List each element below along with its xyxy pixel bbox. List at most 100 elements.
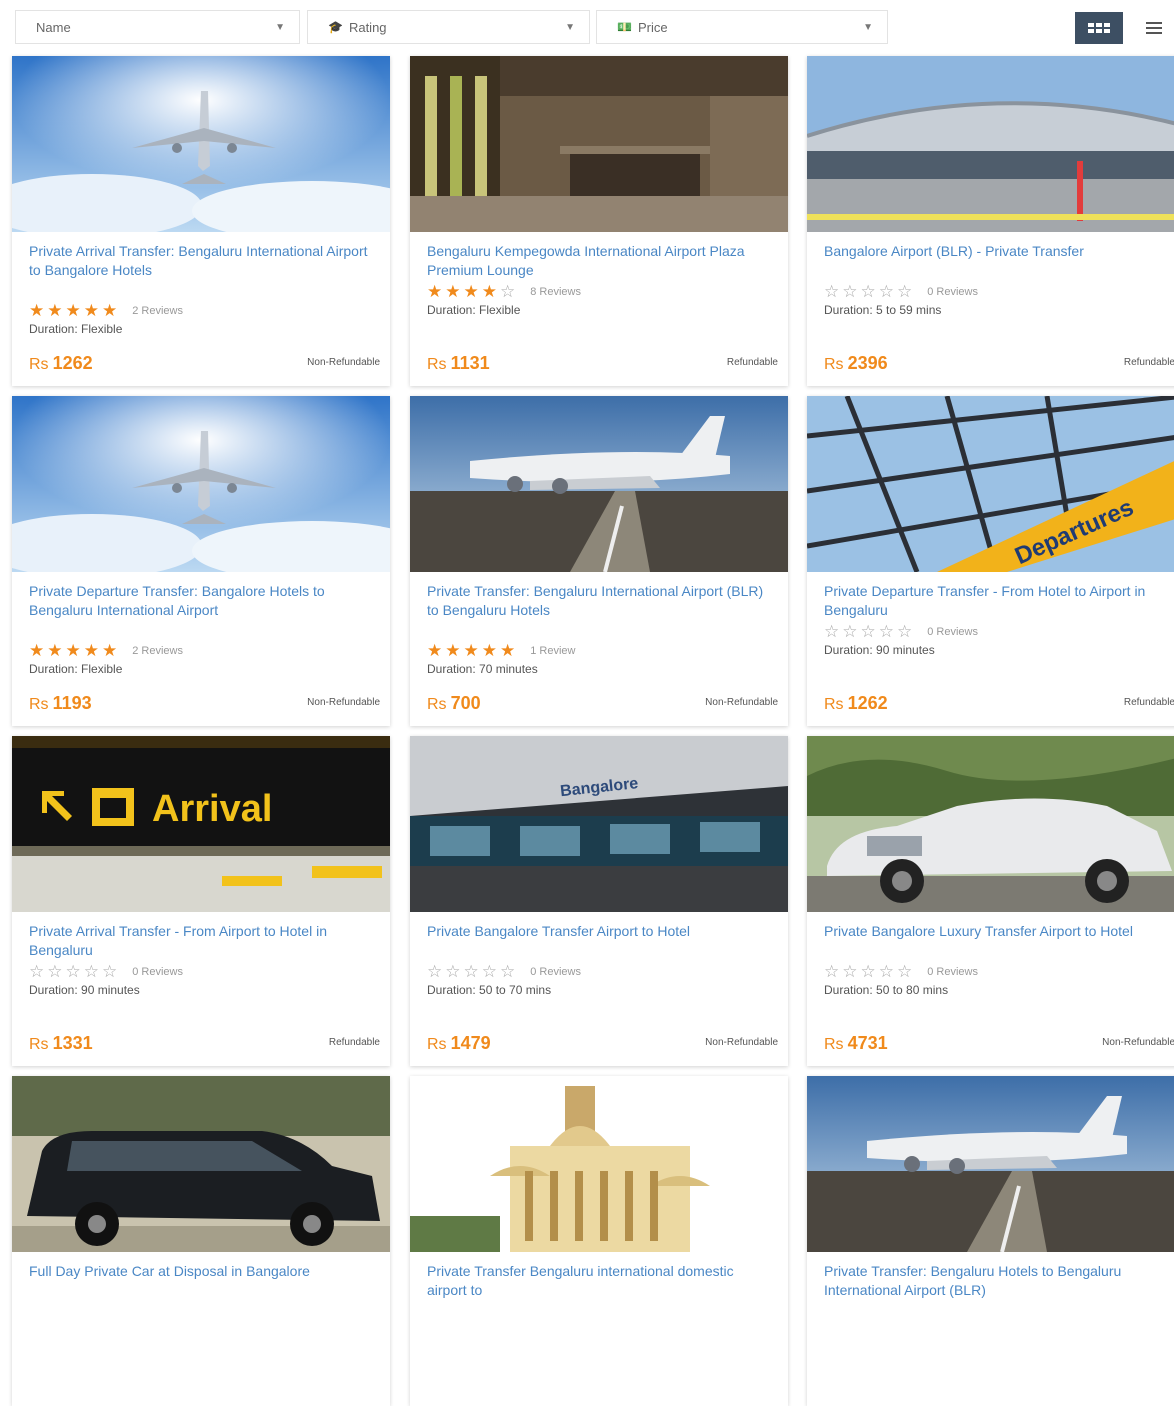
price-tag: Rs 1331 bbox=[29, 1033, 93, 1054]
refund-policy: Non-Refundable bbox=[705, 1037, 778, 1048]
refund-policy: Refundable bbox=[1123, 697, 1174, 708]
star-empty-icon: ☆ bbox=[102, 962, 118, 981]
product-image[interactable] bbox=[807, 736, 1174, 912]
product-title[interactable]: Full Day Private Car at Disposal in Bang… bbox=[29, 1262, 375, 1281]
product-card[interactable]: Departures Private Departure Transfer - F… bbox=[807, 396, 1174, 726]
star-empty-icon: ☆ bbox=[860, 622, 876, 641]
star-filled-icon: ★ bbox=[102, 641, 118, 660]
review-count[interactable]: 8 Reviews bbox=[530, 286, 581, 298]
product-title[interactable]: Private Departure Transfer: Bangalore Ho… bbox=[29, 582, 375, 620]
review-count[interactable]: 0 Reviews bbox=[530, 966, 581, 978]
product-image[interactable] bbox=[410, 396, 788, 572]
currency-label: Rs bbox=[427, 1036, 447, 1053]
product-title[interactable]: Bengaluru Kempegowda International Airpo… bbox=[427, 242, 773, 280]
price-value: 2396 bbox=[847, 353, 888, 373]
product-title[interactable]: Private Departure Transfer - From Hotel … bbox=[824, 582, 1170, 620]
price-value: 1262 bbox=[847, 693, 888, 713]
product-meta: ☆ ☆ ☆ ☆ ☆ 0 Reviews Duration: 90 minutes bbox=[824, 622, 1170, 657]
rating-stars: ☆ ☆ ☆ ☆ ☆ 0 Reviews bbox=[824, 622, 1170, 642]
product-image[interactable] bbox=[410, 1076, 788, 1252]
star-filled-icon: ★ bbox=[29, 641, 45, 660]
product-card[interactable]: Arrival Private Arrival Transfer - From A… bbox=[12, 736, 390, 1066]
product-title[interactable]: Private Bangalore Luxury Transfer Airpor… bbox=[824, 922, 1170, 941]
price-tag: Rs 1479 bbox=[427, 1033, 491, 1054]
star-empty-icon: ☆ bbox=[842, 622, 858, 641]
star-filled-icon: ★ bbox=[445, 641, 461, 660]
product-meta: ☆ ☆ ☆ ☆ ☆ 0 Reviews Duration: 5 to 59 mins bbox=[824, 282, 1170, 317]
star-empty-icon: ☆ bbox=[878, 962, 894, 981]
duration-text: Duration: Flexible bbox=[29, 662, 123, 676]
chevron-down-icon: ▼ bbox=[863, 21, 873, 33]
sort-rating-select[interactable]: 🎓 Rating ▼ bbox=[307, 10, 590, 44]
rating-stars: ★ ★ ★ ★ ☆ 8 Reviews bbox=[427, 282, 773, 302]
star-filled-icon: ★ bbox=[83, 641, 99, 660]
review-count[interactable]: 2 Reviews bbox=[132, 305, 183, 317]
product-title[interactable]: Private Bangalore Transfer Airport to Ho… bbox=[427, 922, 773, 941]
product-card[interactable]: Private Arrival Transfer: Bengaluru Inte… bbox=[12, 56, 390, 386]
review-count[interactable]: 1 Review bbox=[530, 645, 575, 657]
rating-stars: ☆ ☆ ☆ ☆ ☆ 0 Reviews bbox=[824, 962, 1170, 982]
list-view-button[interactable] bbox=[1130, 12, 1174, 44]
product-meta: ☆ ☆ ☆ ☆ ☆ 0 Reviews Duration: 90 minutes bbox=[29, 962, 375, 997]
refund-policy: Non-Refundable bbox=[1102, 1037, 1174, 1048]
product-title[interactable]: Private Transfer: Bengaluru Hotels to Be… bbox=[824, 1262, 1170, 1300]
product-image[interactable] bbox=[12, 56, 390, 232]
star-empty-icon: ☆ bbox=[65, 962, 81, 981]
refund-policy: Non-Refundable bbox=[307, 357, 380, 368]
price-value: 700 bbox=[450, 693, 481, 713]
product-card[interactable]: Bengaluru Kempegowda International Airpo… bbox=[410, 56, 788, 386]
product-card[interactable]: Private Transfer: Bengaluru Internationa… bbox=[410, 396, 788, 726]
product-card[interactable]: Private Bangalore Luxury Transfer Airpor… bbox=[807, 736, 1174, 1066]
review-count[interactable]: 0 Reviews bbox=[927, 966, 978, 978]
product-image[interactable]: Arrival bbox=[12, 736, 390, 912]
refund-policy: Non-Refundable bbox=[705, 697, 778, 708]
chevron-down-icon: ▼ bbox=[565, 21, 575, 33]
currency-label: Rs bbox=[29, 696, 49, 713]
product-meta: ☆ ☆ ☆ ☆ ☆ 0 Reviews Duration: 50 to 70 mins bbox=[427, 962, 773, 997]
review-count[interactable]: 0 Reviews bbox=[927, 626, 978, 638]
product-image[interactable]: Bangalore bbox=[410, 736, 788, 912]
product-image[interactable]: Departures bbox=[807, 396, 1174, 572]
review-count[interactable]: 0 Reviews bbox=[927, 286, 978, 298]
duration-text: Duration: 90 minutes bbox=[824, 643, 935, 657]
price-tag: Rs 700 bbox=[427, 693, 481, 714]
star-empty-icon: ☆ bbox=[860, 962, 876, 981]
product-title[interactable]: Bangalore Airport (BLR) - Private Transf… bbox=[824, 242, 1170, 261]
product-image[interactable] bbox=[410, 56, 788, 232]
svg-text:Arrival: Arrival bbox=[152, 788, 272, 830]
price-tag: Rs 4731 bbox=[824, 1033, 888, 1054]
sort-rating-label: Rating bbox=[348, 19, 387, 35]
product-card[interactable]: Full Day Private Car at Disposal in Bang… bbox=[12, 1076, 390, 1406]
product-card[interactable]: Bangalore Airport (BLR) - Private Transf… bbox=[807, 56, 1174, 386]
review-count[interactable]: 2 Reviews bbox=[132, 645, 183, 657]
grid-view-button[interactable] bbox=[1075, 12, 1123, 44]
star-filled-icon: ★ bbox=[65, 641, 81, 660]
product-image[interactable] bbox=[807, 1076, 1174, 1252]
star-empty-icon: ☆ bbox=[878, 282, 894, 301]
duration-text: Duration: Flexible bbox=[427, 303, 521, 317]
product-card[interactable]: Bangalore Private Bangalore Transfer Airp… bbox=[410, 736, 788, 1066]
product-image[interactable] bbox=[12, 1076, 390, 1252]
product-card[interactable]: Private Transfer: Bengaluru Hotels to Be… bbox=[807, 1076, 1174, 1406]
product-title[interactable]: Private Arrival Transfer - From Airport … bbox=[29, 922, 375, 960]
star-filled-icon: ★ bbox=[500, 641, 516, 660]
sort-price-select[interactable]: 💵 Price ▼ bbox=[596, 10, 888, 44]
star-filled-icon: ★ bbox=[481, 282, 497, 301]
product-card[interactable]: Private Transfer Bengaluru international… bbox=[410, 1076, 788, 1406]
product-title[interactable]: Private Transfer Bengaluru international… bbox=[427, 1262, 773, 1300]
duration-text: Duration: 50 to 70 mins bbox=[427, 983, 552, 997]
sort-name-select[interactable]: Name ▼ bbox=[15, 10, 300, 44]
product-image[interactable] bbox=[807, 56, 1174, 232]
price-value: 1131 bbox=[450, 353, 490, 373]
star-empty-icon: ☆ bbox=[500, 962, 516, 981]
price-value: 1262 bbox=[52, 353, 93, 373]
star-empty-icon: ☆ bbox=[842, 962, 858, 981]
star-filled-icon: ★ bbox=[463, 641, 479, 660]
product-title[interactable]: Private Transfer: Bengaluru Internationa… bbox=[427, 582, 773, 620]
product-title[interactable]: Private Arrival Transfer: Bengaluru Inte… bbox=[29, 242, 375, 280]
review-count[interactable]: 0 Reviews bbox=[132, 966, 183, 978]
duration-text: Duration: 5 to 59 mins bbox=[824, 303, 942, 317]
grid-icon bbox=[1088, 23, 1110, 33]
product-image[interactable] bbox=[12, 396, 390, 572]
product-card[interactable]: Private Departure Transfer: Bangalore Ho… bbox=[12, 396, 390, 726]
